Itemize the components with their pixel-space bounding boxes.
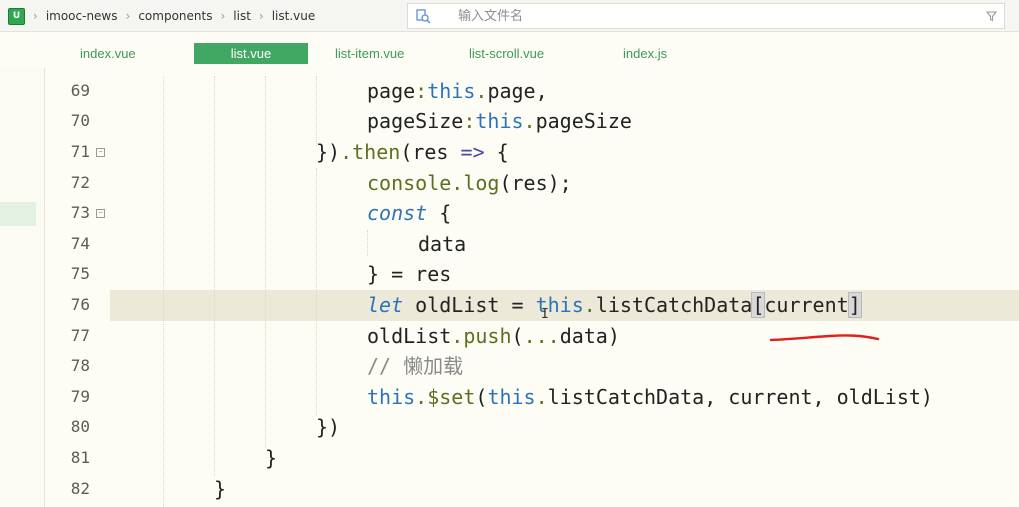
code-line[interactable]: let oldList = this.listCatchData[current… (367, 290, 862, 320)
line-number: 81 (70, 448, 90, 467)
editor-tabs: index.vue list.vue list-item.vue list-sc… (0, 32, 1019, 68)
tab-index-js[interactable]: index.js (623, 43, 667, 64)
indent-guide (214, 76, 215, 476)
indent-guide (367, 230, 368, 256)
indent-guide (316, 76, 317, 146)
code-line[interactable]: data (418, 229, 466, 259)
line-number: 72 (70, 173, 90, 192)
tab-list-item-vue[interactable]: list-item.vue (335, 43, 404, 64)
line-number: 82 (70, 479, 90, 498)
fold-toggle-icon[interactable]: − (96, 148, 105, 157)
chevron-right-icon: › (258, 9, 264, 23)
line-number: 74 (70, 234, 90, 253)
breadcrumb: U › imooc-news › components › list › lis… (0, 0, 400, 32)
code-line[interactable]: }) (316, 412, 340, 442)
search-icon (408, 8, 438, 24)
file-search-box[interactable] (407, 3, 1005, 29)
code-line[interactable]: pageSize:this.pageSize (367, 106, 632, 136)
line-number: 79 (70, 387, 90, 406)
tab-index-vue[interactable]: index.vue (80, 43, 136, 64)
line-number: 77 (70, 326, 90, 345)
code-line[interactable]: }).then(res => { (316, 137, 509, 167)
code-line[interactable]: this.$set(this.listCatchData, current, o… (367, 382, 933, 412)
code-line[interactable]: const { (367, 198, 451, 228)
line-number: 69 (70, 81, 90, 100)
indent-guide (163, 76, 164, 507)
line-number: 71 (70, 142, 90, 161)
line-number: 76 (70, 295, 90, 314)
breadcrumb-item-list-vue[interactable]: list.vue (272, 9, 316, 23)
text-cursor-icon: I (541, 307, 549, 322)
top-bar: U › imooc-news › components › list › lis… (0, 0, 1019, 32)
chevron-right-icon: › (125, 9, 131, 23)
fold-toggle-icon[interactable]: − (96, 209, 105, 218)
breadcrumb-item-list[interactable]: list (233, 9, 251, 23)
indent-guide (265, 76, 266, 448)
breadcrumb-item-components[interactable]: components (138, 9, 212, 23)
code-line[interactable]: } (214, 474, 226, 504)
code-line[interactable]: } = res (367, 259, 451, 289)
breadcrumb-item-imooc-news[interactable]: imooc-news (46, 9, 118, 23)
code-line[interactable]: } (265, 443, 277, 473)
code-line[interactable]: // 懒加载 (367, 351, 463, 381)
code-line[interactable]: page:this.page, (367, 76, 548, 106)
red-underline-annotation (769, 334, 880, 342)
line-number: 73 (70, 203, 90, 222)
change-marker (0, 202, 36, 226)
tab-list-vue[interactable]: list.vue (194, 43, 308, 64)
line-number: 80 (70, 417, 90, 436)
code-line[interactable]: oldList.push(...data) (367, 321, 620, 351)
editor-gutter (0, 68, 44, 507)
tab-list-scroll-vue[interactable]: list-scroll.vue (469, 43, 544, 64)
chevron-right-icon: › (33, 9, 38, 23)
line-number: 78 (70, 356, 90, 375)
project-logo-icon: U (8, 7, 25, 25)
code-line[interactable]: console.log(res); (367, 168, 572, 198)
filter-icon[interactable] (978, 10, 1004, 22)
line-number: 75 (70, 264, 90, 283)
indent-guide (316, 168, 317, 416)
search-input[interactable] (438, 8, 978, 24)
line-number: 70 (70, 111, 90, 130)
chevron-right-icon: › (220, 9, 226, 23)
gutter-divider (44, 68, 45, 507)
